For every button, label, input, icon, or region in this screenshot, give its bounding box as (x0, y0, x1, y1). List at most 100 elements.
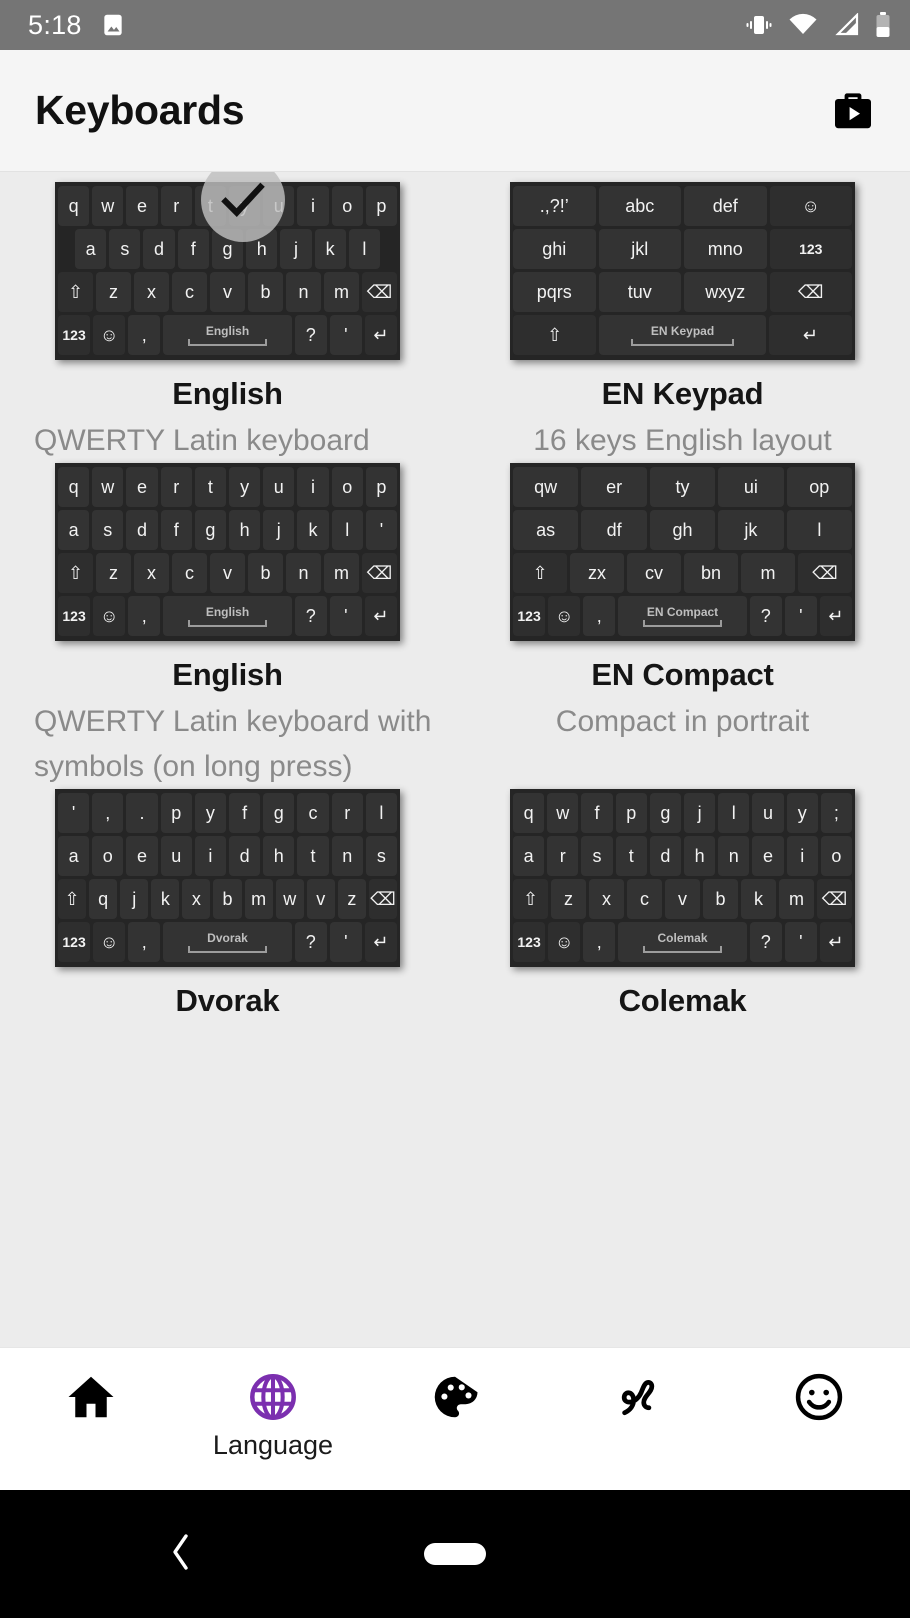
key-123[interactable]: 123 (513, 922, 546, 962)
key-[interactable]: ☺ (93, 315, 126, 355)
key-ty[interactable]: ty (649, 467, 716, 507)
nav-item-gesture[interactable] (546, 1348, 728, 1490)
key-f[interactable]: f (229, 793, 261, 833)
keyboard-card[interactable]: qw er ty ui op as df gh jk l ⇧ zx cv bn m ⌫ 123 ☺, EN Comp… (455, 463, 910, 789)
key-w[interactable]: w (92, 467, 124, 507)
key-s[interactable]: s (581, 836, 613, 876)
key-j[interactable]: j (263, 510, 295, 550)
key-l[interactable]: l (348, 229, 380, 269)
key-m[interactable]: m (244, 879, 273, 919)
key-u[interactable]: u (160, 836, 192, 876)
key-space[interactable]: English (163, 596, 292, 636)
key-[interactable]: ? (294, 922, 327, 962)
key-[interactable]: ↵ (364, 315, 397, 355)
key-[interactable]: ? (294, 596, 327, 636)
key-[interactable]: ☺ (93, 922, 126, 962)
key-q[interactable]: q (57, 467, 90, 507)
key-o[interactable]: o (331, 186, 363, 226)
key-[interactable]: ☺ (769, 186, 852, 226)
keyboard-list-scroll[interactable]: q w e r t y u i o p a s d f g h j k l ⇧ z x c v b n m ⌫ 123 ☺, English… (0, 172, 910, 1347)
key-d[interactable]: d (649, 836, 681, 876)
key-e[interactable]: e (126, 186, 158, 226)
key-y[interactable]: y (229, 186, 261, 226)
key-b[interactable]: b (213, 879, 242, 919)
nav-item-palette[interactable] (364, 1348, 546, 1490)
key-n[interactable]: n (286, 272, 321, 312)
key-ui[interactable]: ui (718, 467, 784, 507)
key-t[interactable]: t (615, 836, 647, 876)
keyboard-card[interactable]: q w f p g j l u y; a r s t d h n e i o ⇧ z x c v b k m ⌫ 123 ☺, Colema… (455, 789, 910, 1019)
key-[interactable]: ⌫ (362, 553, 397, 593)
key-j[interactable]: j (280, 229, 312, 269)
key-b[interactable]: b (248, 553, 283, 593)
play-store-button[interactable] (822, 80, 884, 142)
key-g[interactable]: g (194, 510, 226, 550)
key-x[interactable]: x (182, 879, 211, 919)
key-k[interactable]: k (314, 229, 346, 269)
keyboard-card[interactable]: .,?!’ abc def ☺ ghi jkl mno 123 pqrs tuv wxyz ⌫ ⇧ EN … (455, 182, 910, 463)
key-v[interactable]: v (210, 553, 245, 593)
key-e[interactable]: e (126, 836, 158, 876)
key-t[interactable]: t (194, 186, 226, 226)
key-[interactable]: , (128, 315, 161, 355)
key-[interactable]: ↵ (364, 596, 397, 636)
back-chevron-icon[interactable] (168, 1530, 194, 1579)
key-h[interactable]: h (246, 229, 278, 269)
key-[interactable]: . (126, 793, 158, 833)
key-f[interactable]: f (177, 229, 209, 269)
key-w[interactable]: w (547, 793, 579, 833)
key-n[interactable]: n (331, 836, 363, 876)
key-b[interactable]: b (248, 272, 283, 312)
key-[interactable]: , (583, 922, 616, 962)
key-[interactable]: ' (329, 315, 362, 355)
key-c[interactable]: c (172, 272, 207, 312)
key-i[interactable]: i (786, 836, 818, 876)
key-er[interactable]: er (581, 467, 647, 507)
key-k[interactable]: k (297, 510, 329, 550)
key-y[interactable]: y (194, 793, 226, 833)
key-ghi[interactable]: ghi (513, 229, 596, 269)
key-qw[interactable]: qw (512, 467, 579, 507)
key-[interactable]: ☺ (548, 596, 581, 636)
key-123[interactable]: 123 (58, 315, 91, 355)
key-k[interactable]: k (151, 879, 180, 919)
key-h[interactable]: h (263, 836, 295, 876)
key-f[interactable]: f (581, 793, 613, 833)
key-[interactable]: ↵ (768, 315, 852, 355)
key-[interactable]: ⌫ (362, 272, 397, 312)
key-f[interactable]: f (160, 510, 192, 550)
key-z[interactable]: z (96, 272, 131, 312)
key-op[interactable]: op (786, 467, 853, 507)
key-123[interactable]: 123 (769, 229, 852, 269)
key-gh[interactable]: gh (649, 510, 716, 550)
key-v[interactable]: v (665, 879, 700, 919)
key-as[interactable]: as (512, 510, 579, 550)
key-g[interactable]: g (211, 229, 244, 269)
key-j[interactable]: j (684, 793, 716, 833)
key-[interactable]: ⇧ (58, 272, 93, 312)
key-o[interactable]: o (92, 836, 124, 876)
key-space[interactable]: Dvorak (163, 922, 292, 962)
key-c[interactable]: c (297, 793, 329, 833)
key-[interactable]: ⇧ (513, 879, 548, 919)
key-w[interactable]: w (92, 186, 124, 226)
key-[interactable]: ⌫ (368, 879, 398, 919)
key-p[interactable]: p (160, 793, 192, 833)
key-bn[interactable]: bn (684, 553, 738, 593)
key-k[interactable]: k (741, 879, 776, 919)
key-l[interactable]: l (365, 793, 398, 833)
key-[interactable]: ↵ (364, 922, 397, 962)
key-w[interactable]: w (275, 879, 304, 919)
key-i[interactable]: i (194, 836, 226, 876)
key-e[interactable]: e (752, 836, 784, 876)
key-[interactable]: ↵ (819, 922, 852, 962)
key-p[interactable]: p (615, 793, 647, 833)
key-d[interactable]: d (126, 510, 158, 550)
key-u[interactable]: u (752, 793, 784, 833)
key-123[interactable]: 123 (513, 596, 546, 636)
key-g[interactable]: g (263, 793, 295, 833)
key-[interactable]: , (128, 596, 161, 636)
key-[interactable]: .,?!’ (513, 186, 596, 226)
key-[interactable]: ⇧ (513, 315, 597, 355)
key-d[interactable]: d (229, 836, 261, 876)
